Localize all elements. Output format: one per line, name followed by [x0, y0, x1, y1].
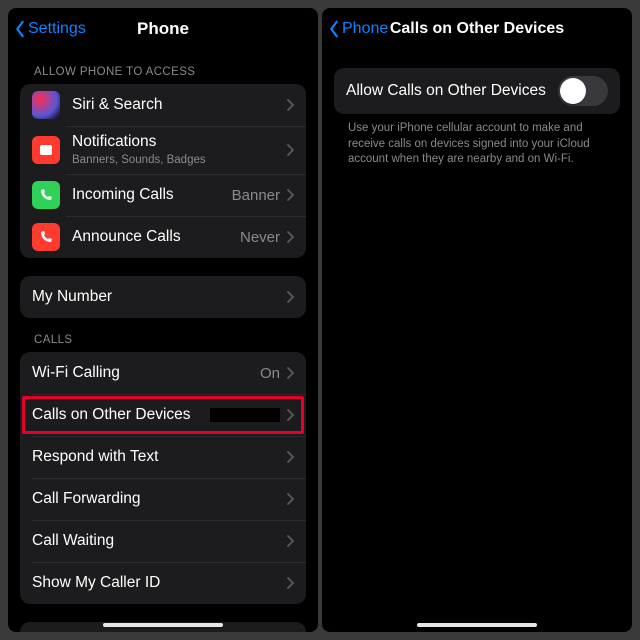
announce-icon — [32, 223, 60, 251]
row-announce-calls[interactable]: Announce Calls Never — [20, 216, 306, 258]
row-call-waiting[interactable]: Call Waiting — [20, 520, 306, 562]
page-title: Phone — [137, 19, 189, 39]
chevron-right-icon — [286, 367, 294, 379]
back-label: Settings — [28, 20, 86, 38]
content: Allow Calls on Other Devices Use your iP… — [322, 50, 632, 632]
chevron-right-icon — [286, 189, 294, 201]
label: Call Waiting — [32, 532, 286, 551]
home-indicator — [103, 623, 223, 627]
label: Siri & Search — [72, 96, 286, 115]
row-my-number[interactable]: My Number — [20, 276, 306, 318]
row-siri-search[interactable]: Siri & Search — [20, 84, 306, 126]
chevron-left-icon — [14, 20, 26, 38]
content: ALLOW PHONE TO ACCESS Siri & Search Noti… — [8, 50, 318, 632]
label: Show My Caller ID — [32, 574, 286, 593]
back-button[interactable]: Settings — [14, 20, 86, 38]
label: My Number — [32, 288, 286, 307]
notifications-icon — [32, 136, 60, 164]
calls-on-other-devices-screen: Phone Calls on Other Devices Allow Calls… — [322, 8, 632, 632]
navbar: Settings Phone — [8, 8, 318, 50]
label: Notifications Banners, Sounds, Badges — [72, 133, 286, 167]
label: Respond with Text — [32, 448, 286, 467]
value — [210, 408, 280, 422]
footer-text: Use your iPhone cellular account to make… — [334, 114, 620, 168]
home-indicator — [417, 623, 537, 627]
phone-settings-screen: Settings Phone ALLOW PHONE TO ACCESS Sir… — [8, 8, 318, 632]
group-access: Siri & Search Notifications Banners, Sou… — [20, 84, 306, 258]
section-header-access: ALLOW PHONE TO ACCESS — [20, 50, 306, 84]
label: Wi-Fi Calling — [32, 364, 260, 383]
chevron-right-icon — [286, 99, 294, 111]
siri-icon — [32, 91, 60, 119]
label: Incoming Calls — [72, 186, 232, 205]
back-label: Phone — [342, 20, 388, 38]
chevron-right-icon — [286, 451, 294, 463]
label: Allow Calls on Other Devices — [346, 82, 558, 101]
section-header-calls: CALLS — [20, 318, 306, 352]
back-button[interactable]: Phone — [328, 20, 388, 38]
chevron-left-icon — [328, 20, 340, 38]
group-allow: Allow Calls on Other Devices — [334, 68, 620, 114]
row-call-forwarding[interactable]: Call Forwarding — [20, 478, 306, 520]
row-incoming-calls[interactable]: Incoming Calls Banner — [20, 174, 306, 216]
chevron-right-icon — [286, 493, 294, 505]
group-calls: Wi-Fi Calling On Calls on Other Devices … — [20, 352, 306, 604]
row-notifications[interactable]: Notifications Banners, Sounds, Badges — [20, 126, 306, 174]
row-show-my-caller-id[interactable]: Show My Caller ID — [20, 562, 306, 604]
row-respond-with-text[interactable]: Respond with Text — [20, 436, 306, 478]
chevron-right-icon — [286, 231, 294, 243]
chevron-right-icon — [286, 291, 294, 303]
value: Banner — [232, 187, 280, 204]
chevron-right-icon — [286, 577, 294, 589]
row-wifi-calling[interactable]: Wi-Fi Calling On — [20, 352, 306, 394]
label: Calls on Other Devices — [32, 406, 210, 425]
row-allow-calls-on-other-devices[interactable]: Allow Calls on Other Devices — [334, 68, 620, 114]
label-text: Notifications — [72, 133, 286, 152]
sublabel: Banners, Sounds, Badges — [72, 154, 286, 168]
label: Call Forwarding — [32, 490, 286, 509]
value: Never — [240, 229, 280, 246]
chevron-right-icon — [286, 144, 294, 156]
page-title: Calls on Other Devices — [390, 20, 564, 38]
label: Announce Calls — [72, 228, 240, 247]
chevron-right-icon — [286, 409, 294, 421]
row-calls-on-other-devices[interactable]: Calls on Other Devices — [20, 394, 306, 436]
phone-icon — [32, 181, 60, 209]
chevron-right-icon — [286, 535, 294, 547]
group-mynumber: My Number — [20, 276, 306, 318]
value: On — [260, 365, 280, 382]
navbar: Phone Calls on Other Devices — [322, 8, 632, 50]
allow-toggle[interactable] — [558, 76, 608, 106]
